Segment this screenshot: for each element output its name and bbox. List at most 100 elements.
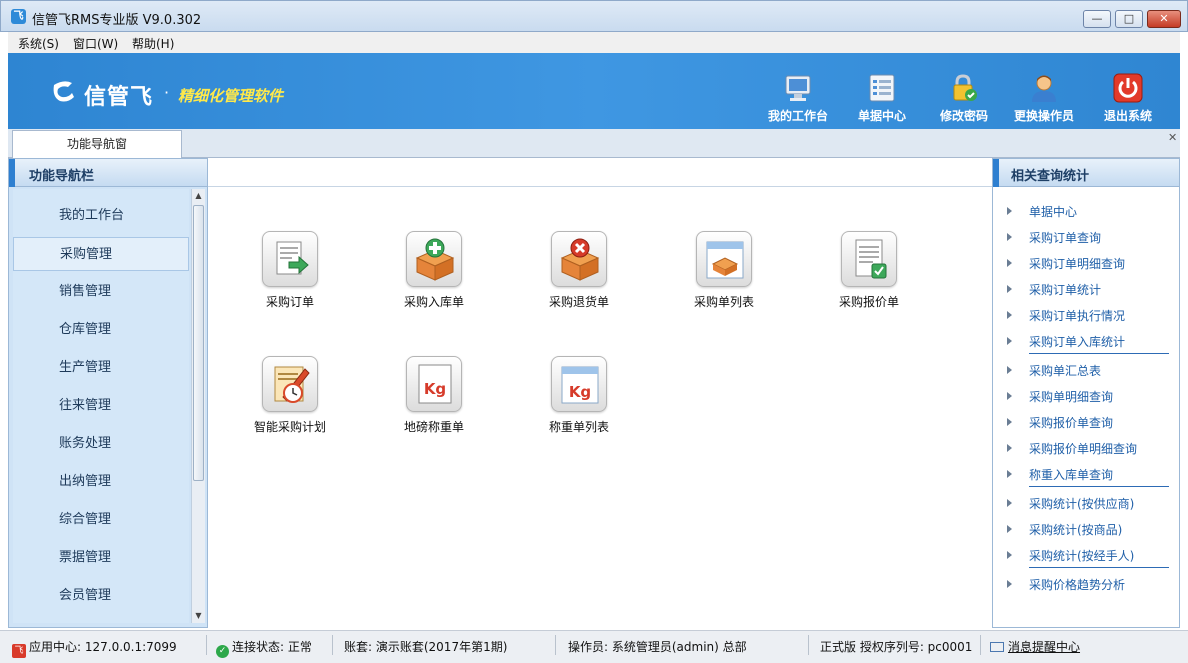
toolbar-switch-operator-button[interactable]: 更换操作员 — [1004, 73, 1084, 127]
link-quotation-query[interactable]: 采购报价单查询 — [1005, 414, 1175, 434]
tile-purchase-order-list[interactable]: 采购单列表 — [664, 231, 784, 341]
panel-title: 功能导航栏 — [29, 169, 95, 184]
user-icon — [1029, 73, 1059, 103]
link-purchase-summary[interactable]: 采购单汇总表 — [1005, 362, 1175, 382]
window-title: 信管飞RMS专业版 V9.0.302 — [32, 13, 202, 28]
arrow-right-icon — [1007, 444, 1012, 452]
tile-purchase-return[interactable]: 采购退货单 — [519, 231, 639, 341]
link-po-query[interactable]: 采购订单查询 — [1005, 229, 1175, 249]
tile-smart-purchase-plan[interactable]: 智能采购计划 — [230, 356, 350, 466]
nav-item-accounts-management[interactable]: 往来管理 — [13, 389, 189, 423]
toolbar-label: 修改密码 — [939, 109, 988, 123]
nav-item-warehouse-management[interactable]: 仓库管理 — [13, 313, 189, 347]
panel-title: 相关查询统计 — [1011, 169, 1090, 184]
toolbar-change-password-button[interactable]: 修改密码 — [924, 73, 1004, 127]
link-po-execution[interactable]: 采购订单执行情况 — [1005, 307, 1175, 327]
arrow-right-icon — [1007, 366, 1012, 374]
maximize-icon: □ — [1123, 12, 1135, 25]
tile-label: 称重单列表 — [548, 420, 609, 434]
maximize-button[interactable]: □ — [1115, 10, 1143, 28]
tab-strip: 功能导航窗 ✕ — [8, 129, 1180, 158]
link-stats-by-product[interactable]: 采购统计(按商品) — [1005, 521, 1175, 541]
status-account-set: 账套: 演示账套(2017年第1期) — [344, 640, 508, 654]
stock-in-box-icon — [406, 231, 462, 287]
nav-item-bookkeeping[interactable]: 账务处理 — [13, 427, 189, 461]
nav-item-member-management[interactable]: 会员管理 — [13, 579, 189, 613]
link-stats-by-supplier[interactable]: 采购统计(按供应商) — [1005, 495, 1175, 515]
close-tab-icon[interactable]: ✕ — [1168, 131, 1177, 144]
tile-purchase-stock-in[interactable]: 采购入库单 — [374, 231, 494, 341]
nav-scrollbar[interactable]: ▲ ▼ — [191, 189, 205, 623]
close-button[interactable]: ✕ — [1147, 10, 1181, 28]
arrow-right-icon — [1007, 418, 1012, 426]
nav-item-purchase-management[interactable]: 采购管理 — [13, 237, 189, 271]
weigh-list-kg-icon: Kg — [551, 356, 607, 412]
arrow-right-icon — [1007, 551, 1012, 559]
menu-system[interactable]: 系统(S) — [18, 35, 59, 52]
arrow-right-icon — [1007, 259, 1012, 267]
nav-list: 我的工作台 采购管理 销售管理 仓库管理 生产管理 往来管理 账务处理 出纳管理… — [13, 189, 189, 623]
message-center-link[interactable]: 消息提醒中心 — [990, 638, 1080, 655]
header-banner: 信管飞 · 精细化管理软件 我的工作台 单据中心 修改密码 更换操作员 退出系统 — [8, 53, 1180, 129]
order-list-icon — [696, 231, 752, 287]
arrow-right-icon — [1007, 285, 1012, 293]
right-panel-header: 相关查询统计 — [993, 159, 1179, 187]
left-navigation-panel: 功能导航栏 我的工作台 采购管理 销售管理 仓库管理 生产管理 往来管理 账务处… — [8, 158, 208, 628]
link-po-detail-query[interactable]: 采购订单明细查询 — [1005, 255, 1175, 275]
scroll-thumb[interactable] — [193, 205, 204, 481]
minimize-button[interactable]: — — [1083, 10, 1111, 28]
arrow-right-icon — [1007, 392, 1012, 400]
toolbar-label: 更换操作员 — [1013, 109, 1074, 123]
toolbar-label: 我的工作台 — [767, 109, 828, 123]
tile-label: 采购入库单 — [403, 295, 464, 309]
toolbar-exit-system-button[interactable]: 退出系统 — [1088, 73, 1168, 127]
brand-name: 信管飞 — [84, 85, 154, 110]
nav-item-bill-management[interactable]: 票据管理 — [13, 541, 189, 575]
link-po-stock-in-statistics[interactable]: 采购订单入库统计 — [1005, 333, 1175, 353]
tile-weigh-slip-list[interactable]: Kg 称重单列表 — [519, 356, 639, 466]
nav-item-sales-management[interactable]: 销售管理 — [13, 275, 189, 309]
tile-purchase-order[interactable]: 采购订单 — [230, 231, 350, 341]
menu-help[interactable]: 帮助(H) — [132, 35, 174, 52]
link-weigh-stock-in-query[interactable]: 称重入库单查询 — [1005, 466, 1175, 486]
brand-slogan: 精细化管理软件 — [178, 87, 284, 105]
tab-function-navigation[interactable]: 功能导航窗 — [12, 130, 182, 158]
menubar: 系统(S) 窗口(W) 帮助(H) — [8, 32, 1180, 53]
link-stats-by-handler[interactable]: 采购统计(按经手人) — [1005, 547, 1175, 567]
arrow-right-icon — [1007, 580, 1012, 588]
toolbar-label: 单据中心 — [857, 109, 906, 123]
nav-item-my-workbench[interactable]: 我的工作台 — [13, 199, 189, 233]
link-document-center[interactable]: 单据中心 — [1005, 203, 1175, 223]
nav-item-cashier-management[interactable]: 出纳管理 — [13, 465, 189, 499]
menu-window[interactable]: 窗口(W) — [73, 35, 118, 52]
app-center-icon: 飞 — [12, 644, 26, 658]
link-quotation-detail-query[interactable]: 采购报价单明细查询 — [1005, 440, 1175, 460]
tile-label: 采购订单 — [265, 295, 314, 309]
app-logo-icon: 飞 — [11, 9, 26, 24]
link-price-trend-analysis[interactable]: 采购价格趋势分析 — [1005, 576, 1175, 596]
tile-weighbridge-slip[interactable]: Kg 地磅称重单 — [374, 356, 494, 466]
scroll-down-icon[interactable]: ▼ — [192, 611, 205, 620]
nav-item-general-management[interactable]: 综合管理 — [13, 503, 189, 537]
link-po-statistics[interactable]: 采购订单统计 — [1005, 281, 1175, 301]
toolbar-my-workbench-button[interactable]: 我的工作台 — [758, 73, 838, 127]
scroll-up-icon[interactable]: ▲ — [192, 191, 205, 200]
link-purchase-detail-query[interactable]: 采购单明细查询 — [1005, 388, 1175, 408]
arrow-right-icon — [1007, 470, 1012, 478]
brand-separator: · — [164, 83, 170, 102]
toolbar-document-center-button[interactable]: 单据中心 — [842, 73, 922, 127]
arrow-right-icon — [1007, 311, 1012, 319]
tile-label: 采购退货单 — [548, 295, 609, 309]
nav-item-production-management[interactable]: 生产管理 — [13, 351, 189, 385]
close-icon: ✕ — [1159, 12, 1169, 25]
arrow-right-icon — [1007, 207, 1012, 215]
check-circle-icon: ✓ — [216, 645, 229, 658]
arrow-right-icon — [1007, 337, 1012, 345]
status-connection: ✓ 连接状态: 正常 — [216, 638, 312, 658]
section-divider — [1029, 486, 1169, 487]
brand-logo-icon — [50, 77, 78, 105]
section-divider — [1029, 567, 1169, 568]
tile-label: 智能采购计划 — [253, 420, 326, 434]
tile-purchase-quotation[interactable]: 采购报价单 — [809, 231, 929, 341]
minimize-icon: — — [1091, 12, 1103, 25]
